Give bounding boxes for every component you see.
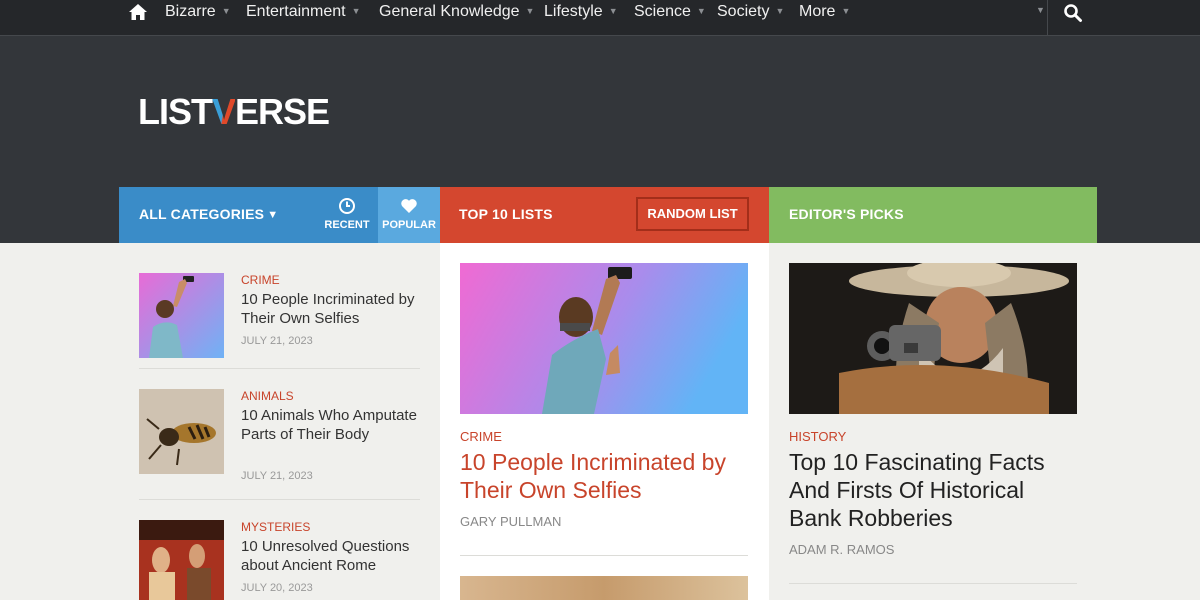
list-item-category[interactable]: ANIMALS [241,389,294,403]
cowboy-feature-image[interactable] [789,263,1077,414]
list-item-title[interactable]: 10 Unresolved Questions about Ancient Ro… [241,537,421,575]
editors-picks-label[interactable]: EDITOR'S PICKS [789,206,904,222]
top-10-lists-label[interactable]: TOP 10 LISTS [459,206,553,222]
list-item-date: JULY 21, 2023 [241,470,313,482]
feature-author[interactable]: GARY PULLMAN [460,514,561,529]
nav-item-science[interactable]: Science ▼ [634,3,706,21]
tab-recent-label: RECENT [324,219,370,231]
feature-title[interactable]: Top 10 Fascinating Facts And Firsts Of H… [789,448,1079,532]
top-navigation: Bizarre ▼ Entertainment ▼ General Knowledg… [0,0,1200,36]
nav-item-general-knowledge[interactable]: General Knowledge ▼ [379,3,534,21]
feature-category[interactable]: HISTORY [789,429,846,444]
feature-category[interactable]: CRIME [460,429,502,444]
home-icon[interactable] [128,2,148,22]
feature-title[interactable]: 10 People Incriminated by Their Own Self… [460,448,750,504]
tab-popular[interactable]: POPULAR [378,187,440,243]
list-item-date: JULY 20, 2023 [241,582,313,594]
list-item[interactable]: CRIME 10 People Incriminated by Their Ow… [139,273,420,358]
nav-divider [1047,0,1048,36]
top-10-column: CRIME 10 People Incriminated by Their Ow… [440,243,769,600]
bee-thumbnail[interactable] [139,389,224,474]
list-item[interactable]: MYSTERIES 10 Unresolved Questions about … [139,520,420,600]
divider [789,583,1077,584]
list-item-title[interactable]: 10 Animals Who Amputate Parts of Their B… [241,406,421,444]
random-list-button[interactable]: RANDOM LIST [636,197,749,231]
recent-list-column: CRIME 10 People Incriminated by Their Ow… [119,243,440,600]
clock-icon [339,198,355,214]
nav-item-bizarre[interactable]: Bizarre ▼ [165,3,231,21]
selfie-thumbnail[interactable] [139,273,224,358]
rome-fresco-thumbnail[interactable] [139,520,224,600]
nav-dropdown-caret[interactable]: ▼ [1036,5,1045,15]
editors-picks-bar: EDITOR'S PICKS [769,187,1097,243]
divider [460,555,748,556]
tab-popular-label: POPULAR [382,219,436,231]
divider [139,368,420,369]
nav-item-more[interactable]: More ▼ [799,3,850,21]
nav-item-society[interactable]: Society ▼ [717,3,784,21]
categories-bar: ALL CATEGORIES ▼ RECENT POPULAR [119,187,440,243]
site-logo[interactable]: LISTVERSE [138,93,330,131]
top-10-lists-bar: TOP 10 LISTS RANDOM LIST [440,187,769,243]
list-item-date: JULY 21, 2023 [241,335,313,347]
tab-recent[interactable]: RECENT [316,197,378,231]
nav-item-entertainment[interactable]: Entertainment ▼ [246,3,361,21]
all-categories-dropdown[interactable]: ALL CATEGORIES ▼ [139,206,278,222]
divider [139,499,420,500]
selfie-feature-image[interactable] [460,263,748,414]
list-item[interactable]: ANIMALS 10 Animals Who Amputate Parts of… [139,389,421,482]
list-item-category[interactable]: MYSTERIES [241,520,310,534]
list-item-title[interactable]: 10 People Incriminated by Their Own Self… [241,290,421,328]
nav-item-lifestyle[interactable]: Lifestyle ▼ [544,3,618,21]
search-icon[interactable] [1063,3,1083,23]
feature-author[interactable]: ADAM R. RAMOS [789,542,894,557]
next-article-image[interactable] [460,576,748,600]
heart-icon [401,199,417,213]
tab-popular-content: POPULAR [378,197,440,231]
editors-picks-column: HISTORY Top 10 Fascinating Facts And Fir… [769,243,1097,600]
list-item-category[interactable]: CRIME [241,273,280,287]
